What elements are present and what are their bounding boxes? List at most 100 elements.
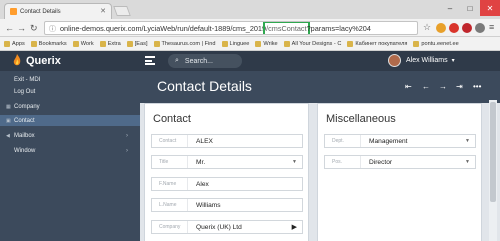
field-label: F.Name: [152, 178, 188, 190]
contact-field[interactable]: Contact ALEX: [151, 134, 303, 148]
chevron-down-icon: ▾: [451, 58, 455, 64]
field-label: Title: [152, 156, 188, 168]
menu-toggle-icon[interactable]: [145, 56, 155, 65]
extension-icon[interactable]: [436, 23, 446, 33]
maximize-icon[interactable]: □: [460, 0, 480, 16]
user-name: Alex Williams: [406, 57, 448, 64]
bookmark-label: Extra: [107, 40, 121, 47]
bookmark-folder-icon: [413, 40, 420, 47]
title-select[interactable]: Title Mr. ▼: [151, 155, 303, 169]
chevron-down-icon: ▼: [292, 159, 297, 165]
bookmark-item[interactable]: [Eas]: [126, 40, 148, 47]
url-bar[interactable]: ⓘ online-demos.querix.com/LyciaWeb/run/d…: [44, 21, 418, 35]
bookmark-item[interactable]: pontu.eenet.ee: [413, 40, 459, 47]
misc-card-title: Miscellaneous: [326, 113, 396, 125]
field-value: Alex: [196, 180, 209, 188]
user-menu[interactable]: Alex Williams ▾: [388, 54, 455, 67]
contact-card: Contact Contact ALEX Title Mr. ▼ F.Name …: [144, 103, 309, 241]
bookmark-item[interactable]: Apps: [4, 40, 25, 47]
bookmark-folder-icon: [72, 40, 79, 47]
scrollbar-thumb[interactable]: [490, 102, 496, 202]
querix-logo-icon: [13, 54, 21, 66]
more-options-icon[interactable]: •••: [473, 82, 481, 91]
bookmark-folder-icon: [99, 40, 106, 47]
sidebar-item-label: Exit - MDI: [14, 76, 41, 83]
bookmark-item[interactable]: Extra: [99, 40, 121, 47]
field-label: L.Name: [152, 199, 188, 211]
bookmark-folder-icon: [153, 40, 160, 47]
close-tab-icon[interactable]: ✕: [100, 7, 106, 15]
field-value: Querix (UK) Ltd: [196, 223, 242, 231]
lookup-arrow-icon[interactable]: ▶: [292, 223, 297, 231]
position-select[interactable]: Pos. Director ▼: [324, 155, 476, 169]
browser-tab[interactable]: Contact Details ✕: [4, 3, 112, 19]
bookmark-label: Bookmarks: [38, 40, 67, 47]
department-select[interactable]: Dept. Management ▼: [324, 134, 476, 148]
chevron-right-icon: ›: [126, 132, 128, 139]
first-name-field[interactable]: F.Name Alex: [151, 177, 303, 191]
reload-icon[interactable]: ↻: [30, 23, 38, 34]
sidebar-item-log-out[interactable]: Log Out: [0, 86, 140, 97]
browser-menu-icon[interactable]: ≡: [489, 22, 494, 32]
field-value: Management: [369, 137, 408, 145]
tab-title: Contact Details: [20, 8, 61, 15]
bookmark-label: [Eas]: [134, 40, 148, 47]
search-input[interactable]: ⌕ Search...: [168, 54, 242, 68]
logo: Querix: [12, 54, 61, 67]
page-info-icon[interactable]: ⓘ: [49, 24, 56, 34]
first-record-icon[interactable]: ⇤: [405, 82, 412, 91]
field-label: Contact: [152, 135, 188, 147]
last-name-field[interactable]: L.Name Williams: [151, 198, 303, 212]
next-record-icon[interactable]: →: [439, 82, 447, 91]
url-highlight: /cmsContact: [263, 22, 310, 34]
favicon-icon: [10, 8, 17, 15]
company-field[interactable]: Company Querix (UK) Ltd ▶: [151, 220, 303, 234]
bookmark-folder-icon: [221, 40, 228, 47]
logo-text: Querix: [26, 54, 61, 67]
extension-icon[interactable]: [462, 23, 472, 33]
bookmark-item[interactable]: Bookmarks: [30, 40, 67, 47]
last-record-icon[interactable]: ⇥: [456, 82, 463, 91]
bookmark-folder-icon: [255, 40, 262, 47]
extension-icon[interactable]: [449, 23, 459, 33]
sidebar-item-company[interactable]: ▦ Company: [0, 101, 140, 112]
search-placeholder: Search...: [184, 57, 213, 65]
minimize-icon[interactable]: –: [440, 0, 460, 16]
bookmark-folder-icon: [126, 40, 133, 47]
scrollbar[interactable]: [489, 100, 497, 241]
bookmark-item[interactable]: All Your Designs - C: [283, 40, 341, 47]
app: Querix ⌕ Search... Alex Williams ▾ Exit …: [0, 51, 500, 241]
bookmark-star-icon[interactable]: ☆: [423, 22, 431, 33]
previous-record-icon[interactable]: ←: [422, 82, 430, 91]
sidebar-item-contact[interactable]: ▣ Contact: [0, 115, 140, 126]
url-prefix: online-demos.querix.com/LyciaWeb/run/def…: [60, 23, 267, 33]
bookmarks-bar: Apps Bookmarks Work Extra [Eas] Thesaurus.com…: [0, 37, 500, 51]
sidebar-item-exit-mdi[interactable]: Exit - MDI: [0, 74, 140, 85]
extension-icon[interactable]: [475, 23, 485, 33]
new-tab-button[interactable]: [113, 6, 131, 16]
field-label: Dept.: [325, 135, 361, 147]
sidebar-item-window[interactable]: Window ›: [0, 145, 140, 156]
sidebar-item-mailbox[interactable]: ◀ Mailbox ›: [0, 130, 140, 141]
bookmark-item[interactable]: Кабинет покупателя: [347, 40, 408, 47]
bookmark-item[interactable]: Wrike: [255, 40, 278, 47]
sidebar-item-label: Contact: [14, 117, 35, 124]
bookmark-item[interactable]: Thesaurus.com | Find: [153, 40, 216, 47]
bookmark-item[interactable]: Linguee: [221, 40, 250, 47]
field-value: Director: [369, 158, 393, 166]
company-icon: ▦: [6, 103, 11, 110]
chevron-down-icon: ▼: [465, 138, 470, 144]
field-value: ALEX: [196, 137, 213, 145]
bookmark-label: Wrike: [263, 40, 278, 47]
field-value: Mr.: [196, 158, 206, 166]
page-title: Contact Details: [157, 78, 252, 94]
close-window-icon[interactable]: ✕: [480, 0, 500, 16]
forward-icon[interactable]: →: [17, 23, 26, 33]
bookmark-label: Кабинет покупателя: [355, 40, 408, 47]
contact-icon: ▣: [6, 117, 11, 124]
field-label: Pos.: [325, 156, 361, 168]
back-icon[interactable]: ←: [5, 23, 14, 33]
browser-tabstrip: Contact Details ✕ – □ ✕: [0, 0, 500, 19]
bookmark-item[interactable]: Work: [72, 40, 94, 47]
bookmark-label: Linguee: [229, 40, 250, 47]
